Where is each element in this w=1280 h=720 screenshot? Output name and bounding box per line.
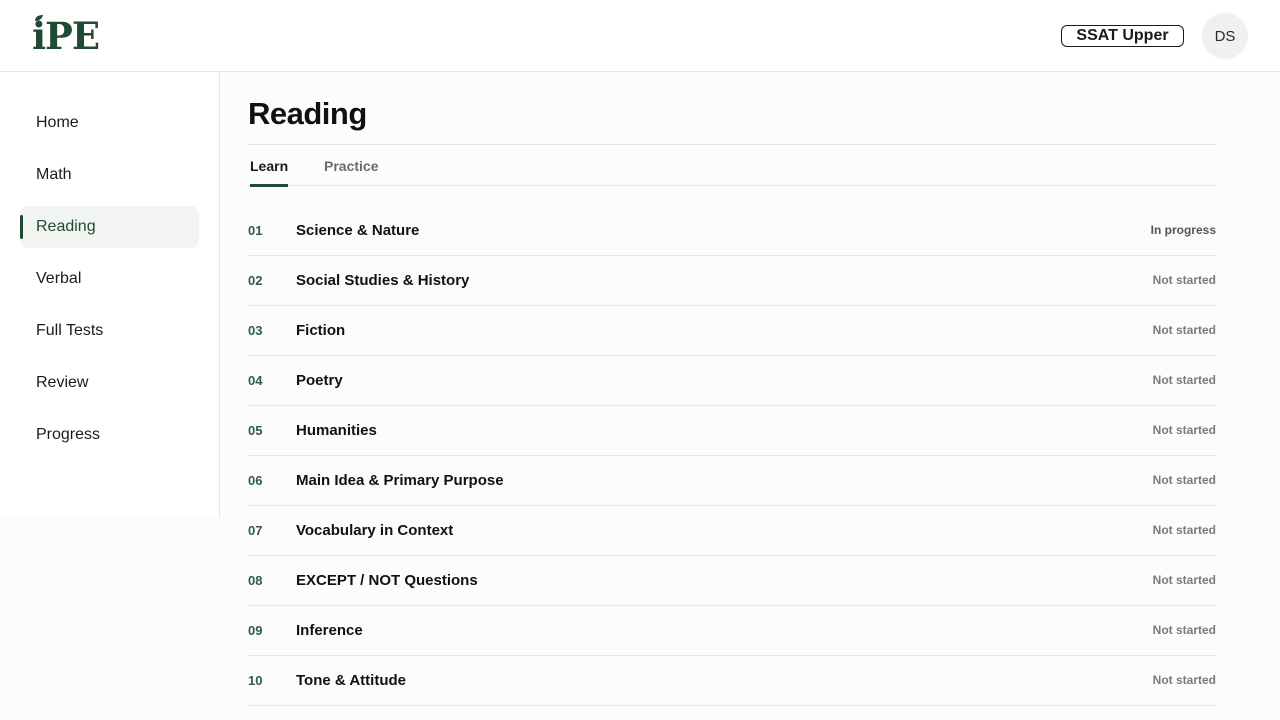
topic-name: Social Studies & History: [296, 271, 470, 289]
topic-number: 02: [248, 272, 263, 288]
topic-row[interactable]: 04 Poetry Not started: [248, 356, 1216, 406]
topic-row[interactable]: 01 Science & Nature In progress: [248, 206, 1216, 256]
topic-status: Not started: [1152, 423, 1216, 437]
topic-name: EXCEPT / NOT Questions: [296, 571, 478, 589]
topic-number: 05: [248, 422, 263, 438]
topic-status: Not started: [1152, 623, 1216, 637]
exam-selector-button[interactable]: SSAT Upper: [1061, 25, 1184, 47]
topic-number: 07: [248, 522, 263, 538]
sidebar-item-home[interactable]: Home: [20, 102, 199, 144]
topic-row[interactable]: 05 Humanities Not started: [248, 406, 1216, 456]
topic-status: Not started: [1152, 573, 1216, 587]
topic-name: Main Idea & Primary Purpose: [296, 471, 504, 489]
tab-practice[interactable]: Practice: [324, 145, 378, 186]
topic-number: 10: [248, 672, 263, 688]
topic-number: 09: [248, 622, 263, 638]
topic-status: In progress: [1150, 223, 1216, 237]
topic-row[interactable]: 07 Vocabulary in Context Not started: [248, 506, 1216, 556]
sidebar-item-review[interactable]: Review: [20, 362, 199, 404]
topic-status: Not started: [1152, 373, 1216, 387]
topic-number: 03: [248, 322, 263, 338]
topic-row[interactable]: 06 Main Idea & Primary Purpose Not start…: [248, 456, 1216, 506]
topic-name: Science & Nature: [296, 221, 420, 239]
brand-logo[interactable]: iPE: [32, 14, 100, 58]
topic-status: Not started: [1152, 273, 1216, 287]
topic-row[interactable]: 09 Inference Not started: [248, 606, 1216, 656]
sidebar-item-progress[interactable]: Progress: [20, 414, 199, 456]
sidebar-item-full-tests[interactable]: Full Tests: [20, 310, 199, 352]
leaf-icon: [35, 15, 43, 21]
topic-status: Not started: [1152, 523, 1216, 537]
topic-status: Not started: [1152, 473, 1216, 487]
topic-number: 06: [248, 472, 263, 488]
sidebar-nav: Home Math Reading Verbal Full Tests Revi…: [0, 72, 220, 518]
topic-row[interactable]: 10 Tone & Attitude Not started: [248, 656, 1216, 706]
topic-name: Fiction: [296, 321, 346, 339]
topic-name: Inference: [296, 621, 363, 639]
tab-learn[interactable]: Learn: [250, 145, 289, 187]
sidebar-item-verbal[interactable]: Verbal: [20, 258, 199, 300]
topic-row[interactable]: 08 EXCEPT / NOT Questions Not started: [248, 556, 1216, 606]
topic-status: Not started: [1152, 323, 1216, 337]
topic-number: 08: [248, 572, 263, 588]
topic-status: Not started: [1152, 673, 1216, 687]
topic-number: 01: [248, 222, 263, 238]
topic-number: 04: [248, 372, 263, 388]
user-avatar[interactable]: DS: [1202, 13, 1248, 59]
logo-text: iPE: [32, 14, 100, 58]
topic-name: Vocabulary in Context: [296, 521, 454, 539]
tab-bar: Learn Practice: [248, 144, 1216, 187]
topic-name: Humanities: [296, 421, 377, 439]
topic-name: Tone & Attitude: [296, 671, 406, 689]
topic-list: 01 Science & Nature In progress 02 Socia…: [248, 206, 1216, 706]
topic-row[interactable]: 03 Fiction Not started: [248, 306, 1216, 356]
topic-name: Poetry: [296, 371, 343, 389]
page-title: Reading: [248, 96, 367, 131]
topic-row[interactable]: 02 Social Studies & History Not started: [248, 256, 1216, 306]
sidebar-item-reading[interactable]: Reading: [20, 206, 199, 248]
top-header: iPE SSAT Upper DS: [0, 0, 1280, 72]
sidebar-item-math[interactable]: Math: [20, 154, 199, 196]
